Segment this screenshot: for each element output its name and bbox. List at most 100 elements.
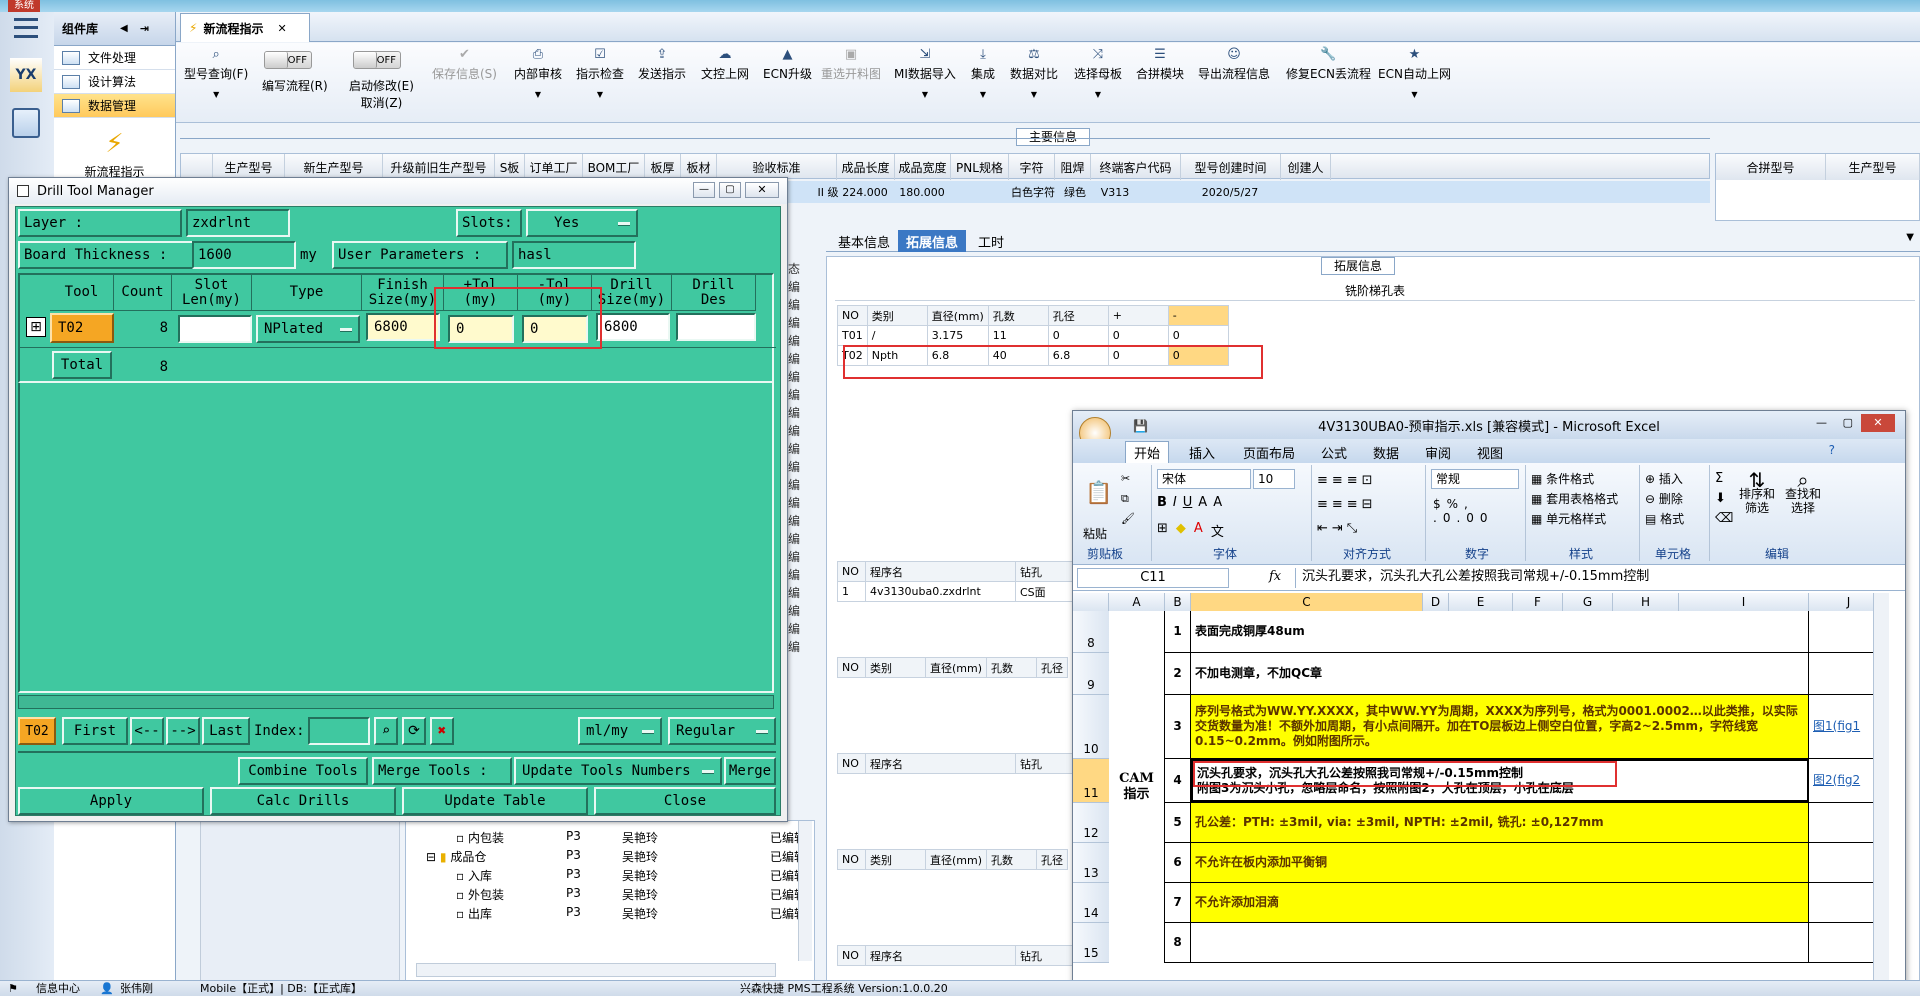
tab-review[interactable]: 审阅 bbox=[1417, 441, 1459, 463]
cell[interactable]: 1 bbox=[1165, 611, 1191, 652]
tab-insert[interactable]: 插入 bbox=[1181, 441, 1223, 463]
tab-home[interactable]: 开始 bbox=[1125, 441, 1170, 463]
tab-work-hours[interactable]: 工时 bbox=[970, 230, 1012, 252]
nav-data-management[interactable]: 数据管理 bbox=[54, 94, 175, 118]
vertical-scrollbar[interactable] bbox=[1873, 593, 1889, 996]
window-titlebar[interactable]: Drill Tool Manager — ▢ ✕ bbox=[9, 178, 787, 204]
refresh-icon[interactable]: ⟳ bbox=[402, 717, 426, 745]
yx-logo[interactable]: YX bbox=[10, 58, 42, 92]
slots-dropdown[interactable]: Yes bbox=[526, 209, 638, 237]
integrate-button[interactable]: ⤓ 集成 ▼ bbox=[971, 47, 995, 99]
format-cells-button[interactable]: ▤ 格式 bbox=[1645, 509, 1684, 529]
slot-len-input[interactable] bbox=[178, 315, 252, 343]
col-header[interactable]: 型号创建时间 bbox=[1181, 154, 1281, 180]
alignment-buttons[interactable]: ≡≡≡⊡ ≡≡≡⊟ ⇤⇥⤡ bbox=[1317, 469, 1377, 541]
cell[interactable]: 2 bbox=[1165, 653, 1191, 694]
cell-buttons[interactable]: ⊕ 插入 ⊖ 删除 ▤ 格式 bbox=[1645, 469, 1684, 529]
col-header[interactable]: 成品长度 bbox=[837, 154, 895, 180]
style-buttons[interactable]: ▦ 条件格式 ▦ 套用表格格式 ▦ 单元格样式 bbox=[1531, 469, 1618, 529]
font-size-select[interactable]: 10 bbox=[1253, 469, 1295, 489]
tab-extended-info[interactable]: 拓展信息 bbox=[898, 230, 967, 252]
insert-cells-button[interactable]: ⊕ 插入 bbox=[1645, 469, 1684, 489]
delete-cells-button[interactable]: ⊖ 删除 bbox=[1645, 489, 1684, 509]
font-color-icon[interactable]: A bbox=[1194, 521, 1203, 540]
col-header[interactable]: 字符 bbox=[1009, 154, 1055, 180]
calc-drills-button[interactable]: Calc Drills bbox=[210, 787, 396, 815]
select-motherboard-button[interactable]: ⤨ 选择母板 ▼ bbox=[1074, 47, 1122, 99]
clipboard-tools[interactable]: ✂ ⧉ 🖌 bbox=[1121, 469, 1135, 529]
update-table-button[interactable]: Update Table bbox=[402, 787, 588, 815]
tab-data[interactable]: 数据 bbox=[1365, 441, 1407, 463]
cell[interactable]: 孔公差：PTH: ±3mil, via: ±3mil, NPTH: ±2mil,… bbox=[1191, 803, 1809, 842]
new-process-button[interactable]: ⚡ 新流程指示 bbox=[54, 118, 175, 184]
col-header[interactable]: PNL规格 bbox=[951, 154, 1009, 180]
row-header[interactable]: 13 bbox=[1073, 843, 1109, 883]
formula-input[interactable]: 沉头孔要求，沉头孔大孔公差按照我司常规+/-0.15mm控制 bbox=[1295, 568, 1895, 588]
cell[interactable]: 不允许在板内添加平衡铜 bbox=[1191, 843, 1809, 882]
col-header[interactable]: F bbox=[1513, 593, 1563, 611]
mi-import-button[interactable]: ⇲ MI数据导入 ▼ bbox=[894, 47, 956, 99]
cell[interactable]: 3 bbox=[1165, 695, 1191, 758]
first-button[interactable]: First bbox=[62, 717, 128, 745]
col-header[interactable]: 生产型号 bbox=[1826, 154, 1920, 180]
row-header[interactable]: 11 bbox=[1073, 759, 1109, 803]
row-header[interactable]: 10 bbox=[1073, 695, 1109, 759]
find-select-button[interactable]: ⌕ 查找和选择 bbox=[1783, 470, 1823, 515]
shrink-font-icon[interactable]: A bbox=[1213, 495, 1222, 510]
grow-font-icon[interactable]: A bbox=[1198, 495, 1207, 510]
horizontal-scrollbar[interactable] bbox=[416, 963, 776, 977]
close-icon[interactable]: ✕ bbox=[277, 22, 286, 35]
cell-styles-button[interactable]: ▦ 单元格样式 bbox=[1531, 509, 1618, 529]
fill-color-icon[interactable]: ◆ bbox=[1176, 521, 1186, 540]
combine-tools-button[interactable]: Combine Tools bbox=[238, 757, 368, 785]
font-format-buttons[interactable]: BIUAA bbox=[1157, 495, 1222, 510]
info-center-icon[interactable]: ⚑ bbox=[8, 981, 18, 996]
name-box[interactable]: C11 bbox=[1077, 568, 1229, 588]
cell[interactable]: 6 bbox=[1165, 843, 1191, 882]
minimize-icon[interactable]: — bbox=[693, 182, 715, 198]
export-process-button[interactable]: ☺ 导出流程信息 bbox=[1198, 47, 1270, 82]
instruction-check-button[interactable]: ☑ 指示检查 ▼ bbox=[576, 47, 624, 99]
cell[interactable]: 5 bbox=[1165, 803, 1191, 842]
layer-input[interactable]: zxdrlnt bbox=[186, 209, 290, 237]
maximize-icon[interactable]: ▢ bbox=[719, 182, 741, 198]
send-instruction-button[interactable]: ⇪ 发送指示 bbox=[638, 47, 686, 82]
italic-icon[interactable]: I bbox=[1173, 495, 1177, 510]
user-params-input[interactable]: hasl bbox=[512, 241, 636, 269]
tab-formulas[interactable]: 公式 bbox=[1313, 441, 1355, 463]
close-button[interactable]: Close bbox=[594, 787, 776, 815]
prev-button[interactable]: <-- bbox=[130, 717, 164, 745]
sheet-row[interactable]: 5 孔公差：PTH: ±3mil, via: ±3mil, NPTH: ±2mi… bbox=[1165, 803, 1889, 843]
index-input[interactable] bbox=[308, 717, 370, 745]
chevron-left-icon[interactable]: ◀ bbox=[120, 23, 128, 34]
tab-new-process[interactable]: ⚡ 新流程指示 ✕ bbox=[180, 13, 310, 42]
fx-icon[interactable]: fx bbox=[1269, 569, 1281, 584]
drill-size-input[interactable]: 6800 bbox=[596, 313, 670, 341]
tree-item[interactable]: ▫ 入库 bbox=[456, 867, 492, 884]
search-icon[interactable]: ⌕ bbox=[374, 717, 398, 745]
col-header[interactable]: D bbox=[1423, 593, 1449, 611]
table-row[interactable]: 1 4v3130uba0.zxdrlnt CS面 bbox=[837, 581, 1076, 602]
cell[interactable] bbox=[1191, 923, 1809, 962]
menu-icon[interactable] bbox=[14, 18, 38, 38]
reselect-cutting-button[interactable]: ▣ 重选开料图 bbox=[821, 47, 881, 82]
ecn-upgrade-button[interactable]: ▲ ECN升级 bbox=[763, 47, 812, 82]
next-button[interactable]: --> bbox=[166, 717, 200, 745]
status-info-center[interactable]: 信息中心 bbox=[36, 981, 80, 996]
format-as-table-button[interactable]: ▦ 套用表格格式 bbox=[1531, 489, 1618, 509]
border-icon[interactable]: ⊞ bbox=[1157, 521, 1168, 540]
nav-file-processing[interactable]: 文件处理 bbox=[54, 46, 175, 70]
cell[interactable]: 8 bbox=[1165, 923, 1191, 962]
col-header[interactable]: I bbox=[1679, 593, 1809, 611]
save-info-button[interactable]: ✔ 保存信息(S) bbox=[432, 47, 497, 82]
model-query-button[interactable]: ⌕ 型号查询(F) ▼ bbox=[184, 47, 248, 99]
sheet-row[interactable]: 2 不加电测章，不加QC章 bbox=[1165, 653, 1889, 695]
start-modify-toggle[interactable]: OFF bbox=[353, 51, 401, 69]
repair-ecn-button[interactable]: 🔧 修复ECN丢流程 bbox=[1286, 47, 1371, 82]
row-header[interactable]: 14 bbox=[1073, 883, 1109, 923]
horizontal-scrollbar[interactable] bbox=[18, 695, 774, 709]
tree-item[interactable]: ⊟ ▮ 成品仓 bbox=[426, 848, 486, 865]
board-thickness-input[interactable]: 1600 bbox=[192, 241, 296, 269]
delete-icon[interactable]: ✖ bbox=[430, 717, 454, 745]
cell[interactable]: 不允许添加泪滴 bbox=[1191, 883, 1809, 922]
